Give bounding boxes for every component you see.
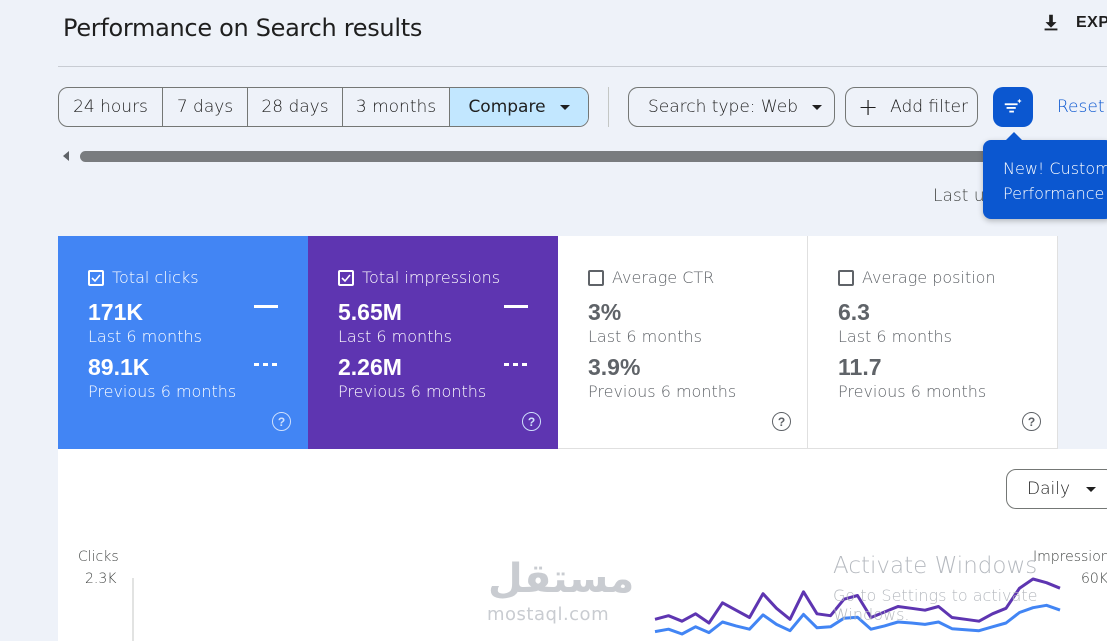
- clicks-previous-value: 89.1K: [88, 354, 150, 380]
- range-24-hours[interactable]: 24 hours: [59, 88, 163, 126]
- ctr-current-value: 3%: [588, 299, 622, 325]
- metric-card-impressions[interactable]: Total impressions 5.65M Last 6 months 2.…: [308, 236, 558, 449]
- header-divider: [58, 66, 1107, 67]
- solid-line-legend-icon: [504, 305, 528, 308]
- activate-windows-subtitle: Go to Settings to activate Windows.: [833, 586, 1038, 624]
- checkbox-unchecked-icon[interactable]: [838, 269, 854, 286]
- range-compare[interactable]: Compare: [450, 88, 588, 126]
- help-icon[interactable]: ?: [272, 412, 291, 431]
- checkbox-unchecked-icon[interactable]: [588, 269, 604, 286]
- search-type-filter[interactable]: Search type: Web: [628, 87, 835, 127]
- dashed-line-legend-icon: [504, 363, 528, 366]
- dropdown-caret-icon: [559, 104, 570, 110]
- help-icon[interactable]: ?: [1022, 412, 1041, 431]
- impressions-current-value: 5.65M: [338, 299, 402, 325]
- solid-line-legend-icon: [254, 305, 278, 308]
- checkbox-checked-icon[interactable]: [88, 269, 104, 286]
- checkbox-checked-icon[interactable]: [338, 269, 354, 286]
- brand-watermark-arabic: مستقل: [488, 556, 635, 602]
- help-icon[interactable]: ?: [522, 412, 541, 431]
- range-28-days[interactable]: 28 days: [248, 88, 343, 126]
- new-feature-tooltip[interactable]: New! Custom Performance: [983, 132, 1107, 219]
- dropdown-caret-icon: [811, 104, 822, 110]
- brand-watermark-url: mostaql.com: [487, 604, 610, 625]
- metric-card-ctr[interactable]: Average CTR 3% Last 6 months 3.9% Previo…: [558, 236, 808, 449]
- dashed-line-legend-icon: [254, 363, 278, 366]
- export-label: EXP: [1076, 14, 1107, 31]
- add-filter-button[interactable]: + Add filter: [845, 87, 978, 127]
- clicks-current-value: 171K: [88, 299, 143, 325]
- horizontal-scrollbar[interactable]: [80, 151, 1010, 162]
- metric-card-clicks[interactable]: Total clicks 171K Last 6 months 89.1K Pr…: [58, 236, 308, 449]
- custom-filter-button[interactable]: [993, 87, 1033, 127]
- toolbar-separator: [608, 87, 609, 127]
- activate-windows-title: Activate Windows: [833, 553, 1038, 579]
- position-current-value: 6.3: [838, 299, 870, 325]
- metric-card-position[interactable]: Average position 6.3 Last 6 months 11.7 …: [808, 236, 1058, 449]
- range-7-days[interactable]: 7 days: [163, 88, 248, 126]
- scroll-left-icon[interactable]: [63, 151, 69, 161]
- date-range-selector: 24 hours 7 days 28 days 3 months Compare: [58, 87, 589, 127]
- page-title: Performance on Search results: [63, 14, 423, 42]
- help-icon[interactable]: ?: [772, 412, 791, 431]
- range-3-months[interactable]: 3 months: [343, 88, 450, 126]
- last-updated-text: Last u: [933, 186, 985, 206]
- export-button[interactable]: EXP: [1040, 12, 1107, 34]
- plus-icon: +: [858, 93, 879, 121]
- filter-sparkle-icon: [1004, 98, 1022, 113]
- reset-link[interactable]: Reset: [1057, 97, 1105, 117]
- download-icon: [1044, 14, 1058, 31]
- impressions-previous-value: 2.26M: [338, 354, 402, 380]
- metric-cards: Total clicks 171K Last 6 months 89.1K Pr…: [58, 236, 1058, 449]
- position-previous-value: 11.7: [838, 354, 882, 380]
- ctr-previous-value: 3.9%: [588, 354, 641, 380]
